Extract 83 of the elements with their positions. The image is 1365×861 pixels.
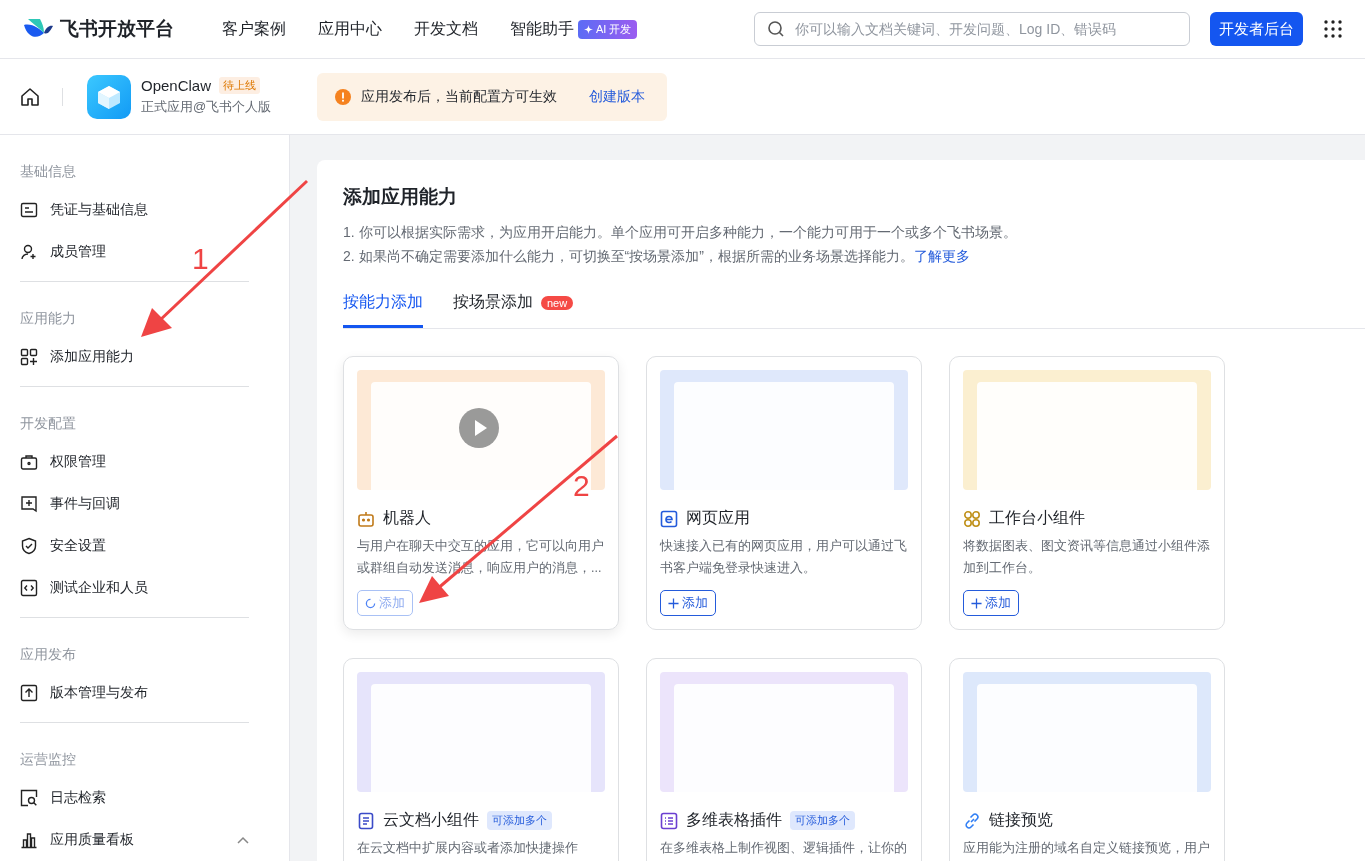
capability-card[interactable]: 工作台小组件 将数据图表、图文资讯等信息通过小组件添加到工作台。 添加 bbox=[949, 356, 1225, 630]
sidebar-group-title: 应用发布 bbox=[20, 646, 77, 664]
annotation-number: 1 bbox=[192, 244, 209, 274]
web-icon bbox=[660, 509, 678, 528]
multi-badge: 可添加多个 bbox=[487, 811, 552, 830]
sidebar-group-title: 应用能力 bbox=[20, 310, 77, 328]
user-add-icon bbox=[20, 243, 38, 261]
sidebar-item[interactable]: 凭证与基础信息 bbox=[20, 189, 148, 231]
sidebar-item[interactable]: 安全设置 bbox=[20, 525, 106, 567]
app-name: OpenClaw bbox=[141, 77, 212, 94]
grid-add-icon bbox=[20, 348, 38, 366]
bar-chart-icon bbox=[20, 831, 38, 849]
search-doc-icon bbox=[20, 789, 38, 807]
code-box-icon bbox=[20, 579, 38, 597]
widget-icon bbox=[963, 509, 981, 528]
card-description: 在云文档中扩展内容或者添加快捷操作 bbox=[357, 840, 579, 857]
search-icon bbox=[767, 20, 785, 38]
brand-name[interactable]: 飞书开放平台 bbox=[60, 16, 174, 42]
sidebar-item[interactable]: 添加应用能力 bbox=[20, 336, 134, 378]
capability-card[interactable]: 网页应用 快速接入已有的网页应用，用户可以通过飞书客户端免登录快速进入。 添加 bbox=[646, 356, 922, 630]
card-description: 快速接入已有的网页应用，用户可以通过飞书客户端免登录快速进入。 bbox=[660, 538, 908, 577]
nav-link[interactable]: 应用中心 bbox=[318, 18, 382, 40]
sidebar-item[interactable]: 事件与回调 bbox=[20, 483, 120, 525]
nav-link[interactable]: 智能助手 bbox=[510, 18, 574, 40]
robot-icon bbox=[357, 509, 375, 528]
apps-grid-icon[interactable] bbox=[1323, 19, 1343, 39]
app-cube-icon bbox=[87, 74, 131, 119]
app-subtitle: 正式应用@飞书个人版 bbox=[141, 98, 272, 116]
link-icon bbox=[963, 811, 981, 830]
sidebar-item[interactable]: 版本管理与发布 bbox=[20, 672, 148, 714]
card-description: 应用能为注册的域名自定义链接预览，用户 bbox=[963, 840, 1211, 857]
upload-icon bbox=[20, 684, 38, 702]
add-button[interactable]: 添加 bbox=[963, 590, 1019, 616]
table-icon bbox=[660, 811, 678, 830]
status-tag: 待上线 bbox=[219, 77, 261, 94]
sidebar-item[interactable]: 应用质量看板 bbox=[20, 819, 249, 861]
capability-card[interactable]: 云文档小组件 可添加多个 在云文档中扩展内容或者添加快捷操作 bbox=[343, 658, 619, 861]
ai-badge: AI 开发 bbox=[578, 19, 638, 39]
card-description: 将数据图表、图文资讯等信息通过小组件添加到工作台。 bbox=[963, 538, 1211, 577]
sidebar-group-title: 开发配置 bbox=[20, 415, 77, 433]
nav-link[interactable]: 开发文档 bbox=[414, 18, 478, 40]
card-title: 机器人 bbox=[383, 508, 431, 528]
card-title: 工作台小组件 bbox=[989, 508, 1085, 528]
nav-link[interactable]: 客户案例 bbox=[222, 18, 286, 40]
plus-icon bbox=[971, 597, 982, 609]
new-badge: new bbox=[541, 295, 574, 310]
capability-card[interactable]: 多维表格插件 可添加多个 在多维表格上制作视图、逻辑插件，让你的 bbox=[646, 658, 922, 861]
plus-box-icon bbox=[20, 495, 38, 513]
annotation-number: 2 bbox=[573, 471, 590, 501]
tab[interactable]: 按能力添加 bbox=[343, 292, 423, 328]
plus-icon bbox=[668, 597, 679, 609]
search-box[interactable]: 你可以输入文档关键词、开发问题、Log ID、错误码 bbox=[754, 12, 1190, 46]
capability-card[interactable]: 链接预览 应用能为注册的域名自定义链接预览，用户 bbox=[949, 658, 1225, 861]
card-icon bbox=[20, 201, 38, 219]
note-text: 2. 如果尚不确定需要添加什么能力，可切换至“按场景添加”，根据所需的业务场景选择能力。了解更多 bbox=[343, 248, 971, 266]
card-title: 网页应用 bbox=[686, 508, 750, 528]
sidebar-item[interactable]: 成员管理 bbox=[20, 231, 106, 273]
sidebar-item[interactable]: 权限管理 bbox=[20, 441, 106, 483]
create-version-link[interactable]: 创建版本 bbox=[589, 87, 646, 106]
sidebar-group-title: 基础信息 bbox=[20, 163, 77, 181]
home-icon[interactable] bbox=[20, 86, 40, 107]
learn-more-link[interactable]: 了解更多 bbox=[913, 248, 970, 264]
card-description: 在多维表格上制作视图、逻辑插件，让你的 bbox=[660, 840, 908, 857]
sidebar-item[interactable]: 日志检索 bbox=[20, 777, 106, 819]
chevron-icon[interactable] bbox=[237, 836, 249, 844]
console-button[interactable]: 开发者后台 bbox=[1210, 12, 1303, 46]
shield-icon bbox=[20, 537, 38, 555]
page-title: 添加应用能力 bbox=[343, 185, 458, 209]
spinner-icon bbox=[365, 597, 376, 609]
card-title: 云文档小组件 bbox=[383, 810, 479, 830]
sidebar-item[interactable]: 测试企业和人员 bbox=[20, 567, 148, 609]
doc-icon bbox=[357, 811, 375, 830]
sidebar-group-title: 运营监控 bbox=[20, 751, 77, 769]
warning-icon bbox=[335, 88, 352, 105]
add-button[interactable]: 添加 bbox=[660, 590, 716, 616]
note-text: 1. 你可以根据实际需求，为应用开启能力。单个应用可开启多种能力，一个能力可用于一个或多个飞书场景。 bbox=[343, 224, 1018, 242]
lock-bag-icon bbox=[20, 453, 38, 471]
multi-badge: 可添加多个 bbox=[790, 811, 855, 830]
card-title: 多维表格插件 bbox=[686, 810, 782, 830]
notice-text: 应用发布后，当前配置方可生效 bbox=[361, 87, 558, 106]
card-title: 链接预览 bbox=[989, 810, 1053, 830]
tab[interactable]: 按场景添加 new bbox=[453, 292, 574, 328]
search-field[interactable]: 你可以输入文档关键词、开发问题、Log ID、错误码 bbox=[793, 20, 1177, 38]
